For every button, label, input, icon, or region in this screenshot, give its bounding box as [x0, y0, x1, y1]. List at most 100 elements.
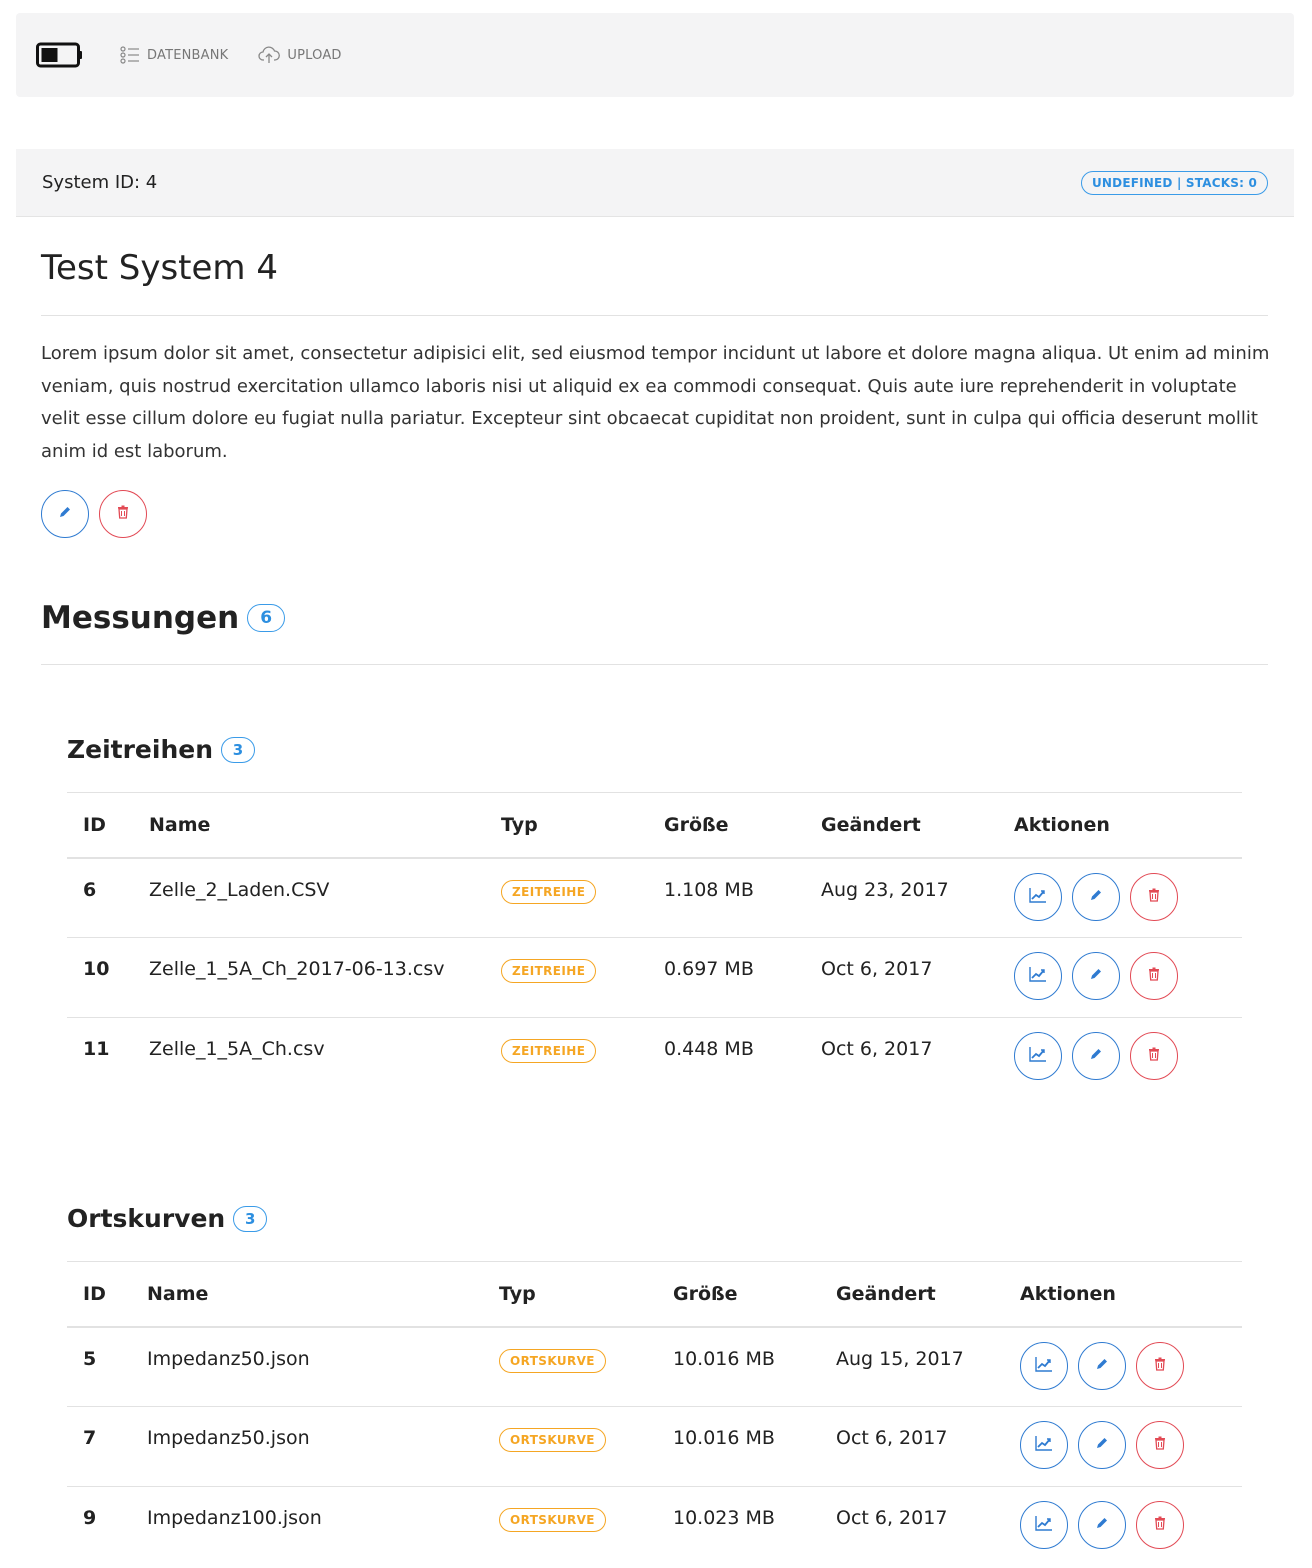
trash-icon — [1152, 1434, 1168, 1456]
plot-button[interactable] — [1020, 1341, 1068, 1390]
delete-button[interactable] — [1130, 952, 1178, 1000]
cell-id: 11 — [83, 1038, 110, 1060]
cell-size: 0.697 MB — [648, 937, 805, 1018]
plot-button[interactable] — [1014, 872, 1062, 921]
edit-button[interactable] — [1078, 1421, 1126, 1469]
cell-name: Zelle_2_Laden.CSV — [133, 857, 485, 938]
table-row: 5 Impedanz50.json ORTSKURVE 10.016 MB Au… — [67, 1326, 1242, 1407]
pencil-icon — [1088, 1045, 1104, 1067]
table-row: 7 Impedanz50.json ORTSKURVE 10.016 MB Oc… — [67, 1406, 1242, 1487]
delete-button[interactable] — [1136, 1341, 1184, 1390]
cell-name: Impedanz50.json — [131, 1326, 483, 1407]
delete-button[interactable] — [1136, 1501, 1184, 1549]
zeitreihen-title: Zeitreihen 3 — [67, 735, 256, 764]
nav-link-label: UPLOAD — [287, 47, 342, 63]
row-actions — [1020, 1501, 1242, 1549]
table-row: 10 Zelle_1_5A_Ch_2017-06-13.csv ZEITREIH… — [67, 937, 1242, 1018]
line-chart-icon — [1029, 965, 1047, 987]
plot-button[interactable] — [1020, 1421, 1068, 1469]
trash-icon — [115, 504, 131, 524]
pencil-icon — [1088, 886, 1104, 908]
edit-button[interactable] — [1078, 1501, 1126, 1549]
nav-link-upload[interactable]: UPLOAD — [258, 46, 341, 64]
cell-id: 5 — [67, 1326, 131, 1407]
column-header-type: Typ — [483, 1261, 657, 1328]
top-navbar: DATENBANK UPLOAD — [16, 13, 1294, 97]
row-actions — [1020, 1421, 1242, 1469]
cell-size: 1.108 MB — [648, 857, 805, 938]
table-header-row: ID Name Typ Größe Geändert Aktionen — [67, 1261, 1242, 1328]
edit-button[interactable] — [1072, 872, 1120, 921]
ortskurven-title-text: Ortskurven — [67, 1204, 226, 1233]
cell-id: 9 — [83, 1507, 97, 1529]
cell-changed: Aug 23, 2017 — [805, 857, 998, 938]
ortskurven-title: Ortskurven 3 — [67, 1204, 268, 1233]
zeitreihen-table: ID Name Typ Größe Geändert Aktionen 6 Ze… — [67, 792, 1242, 1098]
delete-button[interactable] — [1136, 1421, 1184, 1469]
type-badge: ORTSKURVE — [499, 1508, 606, 1532]
battery-logo-icon[interactable] — [36, 42, 84, 68]
cell-name: Zelle_1_5A_Ch.csv — [149, 1038, 325, 1060]
delete-system-button[interactable] — [99, 490, 147, 538]
type-badge: ORTSKURVE — [499, 1428, 606, 1452]
row-actions — [1014, 872, 1242, 921]
table-row: 6 Zelle_2_Laden.CSV ZEITREIHE 1.108 MB A… — [67, 857, 1242, 938]
pencil-icon — [1094, 1434, 1110, 1456]
delete-button[interactable] — [1130, 1032, 1178, 1080]
cell-changed: Oct 6, 2017 — [820, 1406, 1004, 1487]
type-badge: ZEITREIHE — [501, 959, 597, 983]
column-header-type: Typ — [485, 792, 648, 859]
cell-changed: Oct 6, 2017 — [821, 1038, 933, 1060]
line-chart-icon — [1035, 1514, 1053, 1536]
status-badge: UNDEFINED | STACKS: 0 — [1080, 170, 1268, 195]
cell-id: 10 — [67, 937, 133, 1018]
cell-name: Zelle_1_5A_Ch_2017-06-13.csv — [133, 937, 485, 1018]
trash-icon — [1146, 965, 1162, 987]
nav-link-datenbank[interactable]: DATENBANK — [120, 46, 228, 64]
system-id: System ID: 4 — [42, 172, 158, 193]
column-header-id: ID — [67, 1261, 131, 1328]
table-row: 11 Zelle_1_5A_Ch.csv ZEITREIHE 0.448 MB … — [67, 1018, 1242, 1098]
divider — [41, 664, 1268, 665]
cloud-upload-icon — [258, 46, 281, 64]
column-header-id: ID — [67, 792, 133, 859]
pencil-icon — [1088, 965, 1104, 987]
system-actions — [41, 490, 147, 538]
table-row: 9 Impedanz100.json ORTSKURVE 10.023 MB O… — [67, 1487, 1242, 1567]
row-actions — [1020, 1341, 1242, 1390]
cell-changed: Oct 6, 2017 — [836, 1507, 948, 1529]
pencil-icon — [1094, 1355, 1110, 1377]
table-header-row: ID Name Typ Größe Geändert Aktionen — [67, 792, 1242, 859]
cell-size: 0.448 MB — [664, 1038, 754, 1060]
divider — [41, 315, 1268, 316]
type-badge: ZEITREIHE — [501, 879, 597, 904]
cell-size: 10.016 MB — [657, 1326, 820, 1407]
cell-id: 6 — [67, 857, 133, 938]
column-header-name: Name — [131, 1261, 483, 1328]
plot-button[interactable] — [1014, 1032, 1062, 1080]
ortskurven-count-badge: 3 — [233, 1205, 268, 1232]
trash-icon — [1146, 1045, 1162, 1067]
edit-button[interactable] — [1078, 1341, 1126, 1390]
edit-button[interactable] — [1072, 1032, 1120, 1080]
edit-system-button[interactable] — [41, 490, 89, 538]
page-title: Test System 4 — [41, 248, 278, 288]
edit-button[interactable] — [1072, 952, 1120, 1000]
system-card-header: System ID: 4 UNDEFINED | STACKS: 0 — [16, 149, 1294, 217]
pencil-icon — [57, 504, 73, 524]
cell-size: 10.016 MB — [657, 1406, 820, 1487]
plot-button[interactable] — [1014, 952, 1062, 1000]
nav-link-label: DATENBANK — [147, 47, 229, 63]
line-chart-icon — [1029, 886, 1047, 908]
cell-name: Impedanz100.json — [147, 1507, 322, 1529]
column-header-actions: Aktionen — [998, 792, 1242, 859]
plot-button[interactable] — [1020, 1501, 1068, 1549]
delete-button[interactable] — [1130, 872, 1178, 921]
type-badge: ZEITREIHE — [501, 1039, 597, 1063]
zeitreihen-count-badge: 3 — [221, 736, 256, 763]
column-header-changed: Geändert — [820, 1261, 1004, 1328]
measurements-count-badge: 6 — [247, 604, 286, 632]
column-header-size: Größe — [648, 792, 805, 859]
cell-changed: Oct 6, 2017 — [805, 937, 998, 1018]
measurements-title: Messungen 6 — [41, 600, 286, 636]
